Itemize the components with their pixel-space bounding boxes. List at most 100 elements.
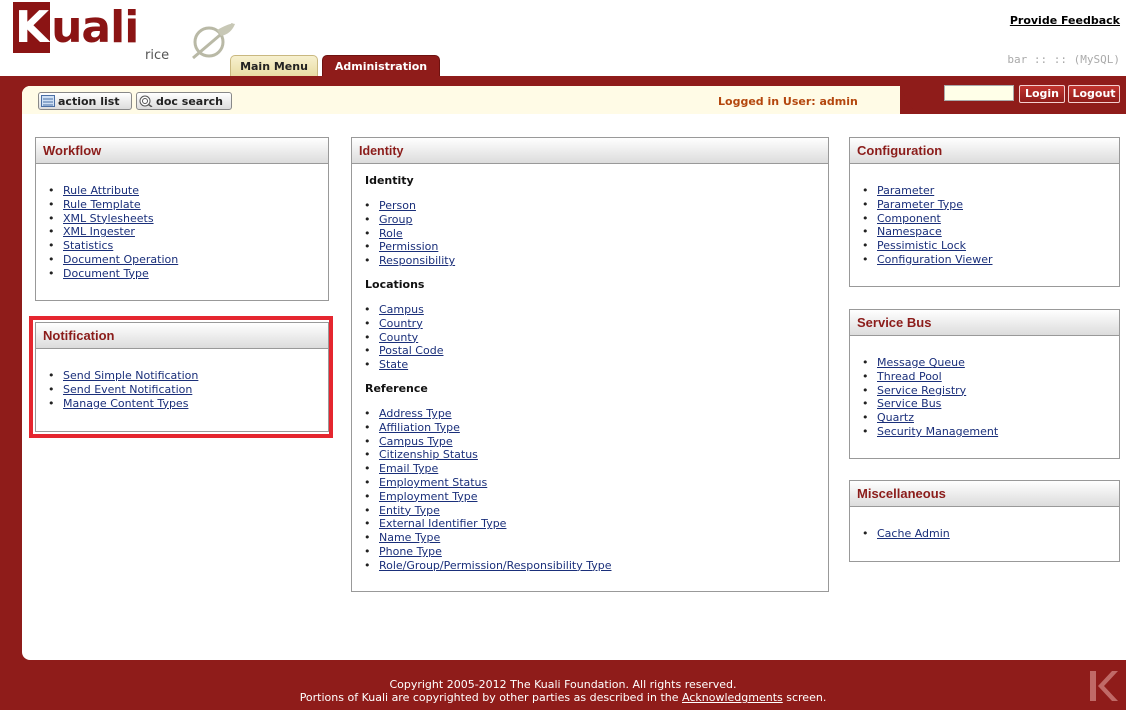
configuration-link-list: Parameter Parameter Type Component Names… — [850, 184, 1119, 267]
reference-link[interactable]: Address Type — [379, 407, 452, 420]
locations-link[interactable]: Campus — [379, 303, 424, 316]
list-item: Thread Pool — [850, 370, 1119, 384]
service-bus-link[interactable]: Security Management — [877, 425, 998, 438]
configuration-link[interactable]: Component — [877, 212, 941, 225]
list-item: Document Operation — [36, 253, 328, 267]
reference-link[interactable]: Campus Type — [379, 435, 453, 448]
workflow-link[interactable]: Rule Attribute — [63, 184, 139, 197]
list-item: Pessimistic Lock — [850, 239, 1119, 253]
list-item: County — [352, 331, 828, 345]
logo-subtitle: rice — [145, 48, 170, 63]
identity-link[interactable]: Role — [379, 227, 403, 240]
workflow-link[interactable]: Document Operation — [63, 253, 178, 266]
configuration-panel-title: Configuration — [850, 138, 1119, 164]
list-item: Responsibility — [352, 254, 828, 268]
service-bus-link[interactable]: Service Registry — [877, 384, 966, 397]
reference-section-title: Reference — [365, 381, 428, 395]
identity-link[interactable]: Responsibility — [379, 254, 455, 267]
workflow-link[interactable]: Rule Template — [63, 198, 141, 211]
list-item: Role/Group/Permission/Responsibility Typ… — [352, 559, 828, 573]
configuration-link[interactable]: Parameter — [877, 184, 934, 197]
workflow-link-list: Rule Attribute Rule Template XML Stylesh… — [36, 184, 328, 281]
footer-portions-text: Portions of Kuali are copyrighted by oth… — [299, 691, 682, 704]
list-icon — [41, 95, 55, 107]
list-item: Component — [850, 212, 1119, 226]
list-item: Role — [352, 227, 828, 241]
reference-link[interactable]: Employment Type — [379, 490, 477, 503]
logout-button[interactable]: Logout — [1068, 85, 1120, 103]
login-username-input[interactable] — [944, 85, 1014, 101]
list-item: Campus Type — [352, 435, 828, 449]
search-icon — [139, 95, 153, 107]
cache-admin-link[interactable]: Cache Admin — [877, 527, 950, 540]
reference-link[interactable]: Affiliation Type — [379, 421, 460, 434]
doc-search-button[interactable]: doc search — [136, 92, 232, 110]
reference-link[interactable]: Name Type — [379, 531, 440, 544]
workflow-link[interactable]: Statistics — [63, 239, 113, 252]
reference-link[interactable]: Role/Group/Permission/Responsibility Typ… — [379, 559, 612, 572]
login-button[interactable]: Login — [1019, 85, 1065, 103]
rice-leaf-icon — [192, 22, 235, 60]
footer-portions: Portions of Kuali are copyrighted by oth… — [0, 691, 1126, 704]
service-bus-link[interactable]: Service Bus — [877, 397, 941, 410]
identity-link[interactable]: Group — [379, 213, 413, 226]
reference-link[interactable]: Email Type — [379, 462, 438, 475]
workflow-link[interactable]: XML Ingester — [63, 225, 135, 238]
logo-k: K — [13, 2, 51, 53]
reference-link[interactable]: Employment Status — [379, 476, 487, 489]
list-item: Country — [352, 317, 828, 331]
locations-link[interactable]: Postal Code — [379, 344, 443, 357]
identity-link-list: Person Group Role Permission Responsibil… — [352, 199, 828, 268]
reference-link[interactable]: Citizenship Status — [379, 448, 478, 461]
list-item: Postal Code — [352, 344, 828, 358]
locations-link[interactable]: Country — [379, 317, 423, 330]
service-bus-link[interactable]: Thread Pool — [877, 370, 942, 383]
list-item: XML Stylesheets — [36, 212, 328, 226]
service-bus-panel: Service Bus Message Queue Thread Pool Se… — [849, 309, 1120, 459]
workflow-link[interactable]: Document Type — [63, 267, 149, 280]
list-item: Entity Type — [352, 504, 828, 518]
doc-search-label: doc search — [156, 95, 223, 108]
environment-info: bar :: :: (MySQL) — [1007, 53, 1120, 66]
miscellaneous-panel: Miscellaneous Cache Admin — [849, 480, 1120, 562]
logo-word: uali — [51, 2, 139, 53]
locations-link[interactable]: County — [379, 331, 418, 344]
tab-main-menu[interactable]: Main Menu — [230, 55, 318, 77]
configuration-link[interactable]: Parameter Type — [877, 198, 963, 211]
identity-link[interactable]: Permission — [379, 240, 438, 253]
kuali-rice-logo: Kuali rice — [13, 2, 243, 70]
list-item: Email Type — [352, 462, 828, 476]
acknowledgments-link[interactable]: Acknowledgments — [682, 691, 783, 704]
list-item: Name Type — [352, 531, 828, 545]
locations-link[interactable]: State — [379, 358, 408, 371]
list-item: Employment Type — [352, 490, 828, 504]
reference-link-list: Address Type Affiliation Type Campus Typ… — [352, 407, 828, 573]
list-item: Campus — [352, 303, 828, 317]
service-bus-link[interactable]: Quartz — [877, 411, 914, 424]
list-item: Group — [352, 213, 828, 227]
footer: Copyright 2005-2012 The Kuali Foundation… — [0, 678, 1126, 704]
list-item: Employment Status — [352, 476, 828, 490]
tab-administration[interactable]: Administration — [322, 55, 440, 77]
action-list-button[interactable]: action list — [38, 92, 132, 110]
list-item: Document Type — [36, 267, 328, 281]
configuration-link[interactable]: Configuration Viewer — [877, 253, 993, 266]
kuali-k-icon — [1090, 671, 1118, 701]
list-item: Configuration Viewer — [850, 253, 1119, 267]
configuration-link[interactable]: Pessimistic Lock — [877, 239, 966, 252]
locations-link-list: Campus Country County Postal Code State — [352, 303, 828, 372]
list-item: External Identifier Type — [352, 517, 828, 531]
list-item: Address Type — [352, 407, 828, 421]
workflow-link[interactable]: XML Stylesheets — [63, 212, 154, 225]
reference-link[interactable]: External Identifier Type — [379, 517, 506, 530]
service-bus-link[interactable]: Message Queue — [877, 356, 965, 369]
list-item: XML Ingester — [36, 225, 328, 239]
list-item: Parameter — [850, 184, 1119, 198]
provide-feedback-link[interactable]: Provide Feedback — [1010, 14, 1120, 27]
footer-copyright: Copyright 2005-2012 The Kuali Foundation… — [389, 678, 737, 691]
identity-link[interactable]: Person — [379, 199, 416, 212]
configuration-link[interactable]: Namespace — [877, 225, 942, 238]
reference-link[interactable]: Phone Type — [379, 545, 442, 558]
reference-link[interactable]: Entity Type — [379, 504, 440, 517]
list-item: Rule Template — [36, 198, 328, 212]
